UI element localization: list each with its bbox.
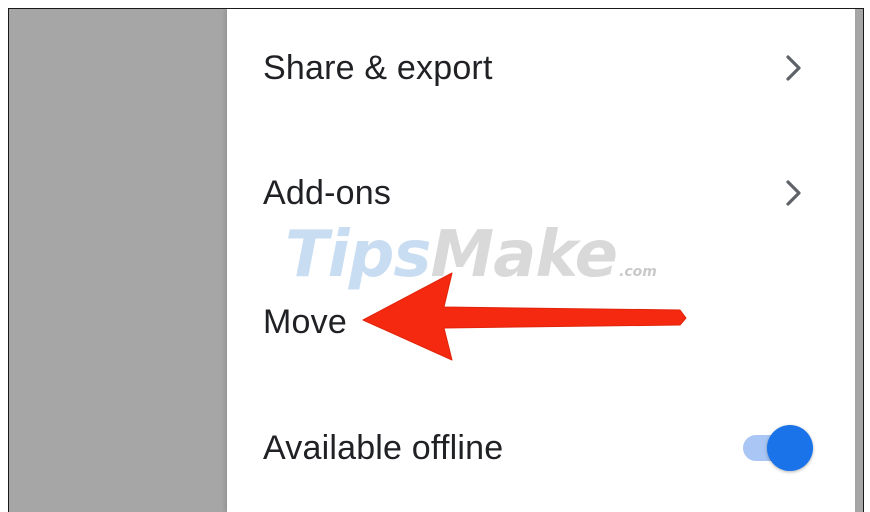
menu-item-add-ons[interactable]: Add-ons [227,138,855,248]
chevron-right-icon [786,55,801,81]
menu-item-move[interactable]: Move [227,267,855,377]
menu-item-label: Available offline [263,428,504,467]
menu-item-share-export[interactable]: Share & export [227,13,855,123]
menu-item-label: Move [263,302,347,341]
menu-item-available-offline[interactable]: Available offline [227,393,855,503]
chevron-right-icon [786,180,801,206]
toggle-knob [767,425,813,471]
available-offline-toggle[interactable] [739,425,813,471]
menu-item-label: Share & export [263,48,493,87]
menu-item-label: Add-ons [263,173,392,212]
overflow-menu-panel: Share & export Add-ons Move Available of… [227,9,855,512]
screenshot-frame: Share & export Add-ons Move Available of… [8,8,864,512]
